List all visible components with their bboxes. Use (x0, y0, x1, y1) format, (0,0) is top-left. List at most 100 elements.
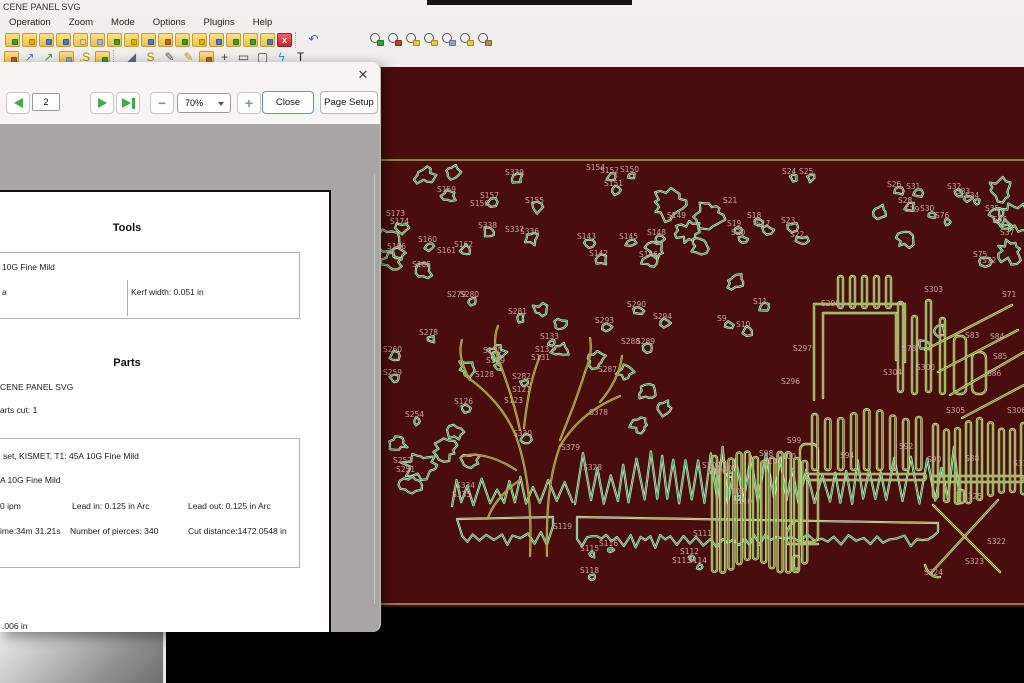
left-arrow-icon (14, 98, 23, 108)
part-label: S31 (906, 182, 921, 191)
menu-item-options[interactable]: Options (144, 17, 195, 28)
accent-dot (467, 40, 474, 46)
part-label: S88 (965, 454, 980, 463)
save-nest-icon[interactable] (39, 33, 54, 47)
zoom-in-button[interactable]: + (237, 92, 261, 114)
menu-item-mode[interactable]: Mode (102, 17, 144, 28)
part-label: S300 (916, 363, 935, 372)
undo-icon[interactable]: ↶ (305, 32, 322, 48)
accent-dot (131, 39, 137, 45)
preview-scrollbar[interactable] (374, 174, 375, 604)
part-label: S78 (902, 344, 917, 353)
print-preview-dialog: ✕ − 70% + Close Page Setup Tools 10G Fin… (0, 62, 381, 632)
accent-dot (267, 39, 273, 45)
menu-item-zoom[interactable]: Zoom (60, 17, 102, 28)
accent-dot (46, 39, 52, 45)
part-label: S259 (383, 368, 402, 377)
new-nest-icon[interactable] (5, 33, 20, 47)
accent-dot (449, 40, 456, 46)
array-part-icon[interactable] (141, 33, 156, 47)
part-label: S142 (589, 249, 608, 258)
feed-rate: 0 ipm (0, 501, 21, 511)
top-dark-strip (427, 0, 632, 5)
part-label: S19 (727, 219, 742, 228)
page-number-input[interactable] (32, 93, 60, 111)
part-label: S20 (731, 228, 746, 237)
zoom-selection-icon[interactable] (458, 32, 474, 47)
align-part-icon[interactable] (175, 33, 190, 47)
start-point-icon[interactable] (209, 33, 224, 47)
paste-part-icon[interactable] (90, 33, 105, 47)
part-label: S10 (736, 320, 751, 329)
accent-dot (395, 40, 402, 46)
accent-dot (250, 39, 256, 45)
zoom-out-button[interactable]: − (150, 92, 174, 114)
part-label: S156 (470, 199, 489, 208)
copy-part-icon[interactable] (73, 33, 88, 47)
part-label: S84 (990, 332, 1005, 341)
next-page-button[interactable] (90, 92, 114, 114)
last-page-button[interactable] (116, 92, 140, 114)
zoom-out-icon[interactable] (386, 32, 402, 47)
zoom-in-icon[interactable] (368, 32, 384, 47)
page-setup-button[interactable]: Page Setup (320, 91, 378, 114)
window-title: CENE PANEL SVG (3, 2, 81, 12)
part-label: S290 (627, 300, 646, 309)
pierces: Number of pierces: 340 (70, 526, 158, 536)
toolset-line: set, KISMET, T1: 45A 10G Fine Mild (3, 451, 139, 461)
accent-dot (29, 39, 35, 45)
lead-out: Lead out: 0.125 in Arc (188, 501, 271, 511)
zoom-window-icon[interactable] (440, 32, 456, 47)
part-label: S165 (412, 260, 431, 269)
parts-heading: Parts (0, 357, 254, 369)
part-label: S338 (478, 221, 497, 230)
part-label: S306 (1007, 406, 1024, 415)
prev-page-button[interactable] (6, 92, 30, 114)
duplicate-part-icon[interactable] (124, 33, 139, 47)
close-icon[interactable]: ✕ (354, 66, 372, 84)
close-button[interactable]: Close (262, 91, 314, 114)
part-label: S294 (653, 312, 672, 321)
zoom-machine-icon[interactable] (476, 32, 492, 47)
table-icon[interactable] (260, 33, 275, 47)
part-label: S86 (987, 369, 1002, 378)
preview-area[interactable]: Tools 10G Fine Mild a Kerf width: 0.051 … (0, 124, 380, 632)
verify-icon[interactable] (226, 33, 241, 47)
zoom-part-icon[interactable] (404, 32, 420, 47)
part-label: S335 (452, 490, 471, 499)
report-page: Tools 10G Fine Mild a Kerf width: 0.051 … (0, 190, 331, 632)
report-icon[interactable] (243, 33, 258, 47)
part-label: S278 (419, 328, 438, 337)
toolbar-main: x↶ (0, 30, 1024, 49)
part-label: S145 (619, 232, 638, 241)
part-label: S303 (924, 285, 943, 294)
part-label: S154 (586, 163, 605, 172)
menu-item-operation[interactable]: Operation (0, 17, 60, 28)
part-label: S379 (561, 443, 580, 452)
accent-dot (63, 39, 69, 45)
open-nest-icon[interactable] (22, 33, 37, 47)
tool-name: 10G Fine Mild (2, 262, 55, 272)
plus-icon: + (245, 98, 253, 108)
menu-item-plugins[interactable]: Plugins (195, 17, 244, 28)
move-part-icon[interactable] (158, 33, 173, 47)
part-label: S322 (987, 537, 1006, 546)
accent-dot (485, 40, 492, 46)
minus-icon: − (158, 98, 166, 108)
part-label: S26 (887, 180, 902, 189)
part-label: S28 (898, 196, 913, 205)
accent-dot (97, 39, 103, 45)
part-label: S85 (993, 352, 1008, 361)
import-part-icon[interactable] (56, 33, 71, 47)
auto-nest-icon[interactable] (192, 33, 207, 47)
part-label: S297 (793, 344, 812, 353)
add-part-icon[interactable] (107, 33, 122, 47)
part-label: S260 (383, 345, 402, 354)
part-label: S116 (599, 539, 618, 548)
part-label: S112 (680, 547, 699, 556)
zoom-sheet-icon[interactable] (422, 32, 438, 47)
zoom-level-select[interactable]: 70% (177, 93, 231, 113)
part-label: S173 (386, 209, 405, 218)
menu-item-help[interactable]: Help (244, 17, 282, 28)
delete-icon[interactable]: x (277, 33, 292, 47)
